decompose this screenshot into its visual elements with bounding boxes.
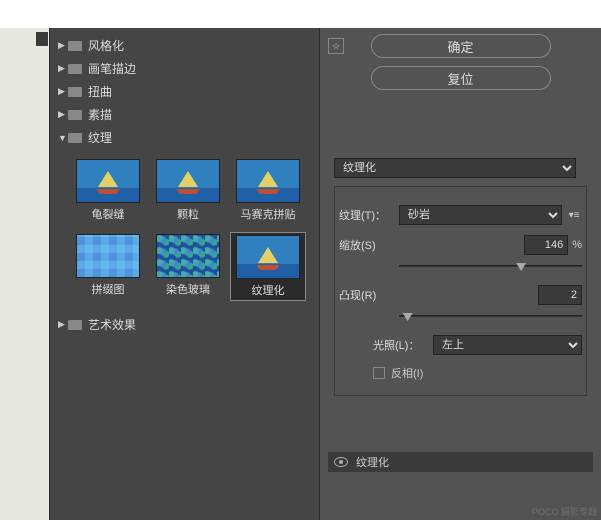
chevron-down-icon: ▼ [58, 133, 68, 143]
visibility-eye-icon[interactable] [334, 457, 348, 467]
category-label: 素描 [88, 106, 112, 123]
texture-label: 纹理(T)： [339, 207, 399, 223]
thumb-grain[interactable]: 颗粒 [150, 157, 226, 224]
relief-slider[interactable] [399, 311, 582, 325]
scale-input[interactable] [524, 235, 568, 255]
scale-slider[interactable] [399, 261, 582, 275]
category-texture[interactable]: ▼ 纹理 [54, 126, 315, 149]
category-brushstrokes[interactable]: ▶ 画笔描边 [54, 57, 315, 80]
folder-icon [68, 41, 82, 51]
category-sketch[interactable]: ▶ 素描 [54, 103, 315, 126]
folder-icon [68, 110, 82, 120]
chevron-right-icon: ▶ [58, 86, 68, 97]
folder-icon [68, 64, 82, 74]
category-artistic[interactable]: ▶ 艺术效果 [54, 313, 315, 336]
category-label: 风格化 [88, 37, 124, 54]
layer-name: 纹理化 [356, 454, 389, 470]
effect-layer-row[interactable]: 纹理化 [328, 452, 593, 472]
effect-layers: 纹理化 [328, 452, 593, 472]
category-stylize[interactable]: ▶ 风格化 [54, 34, 315, 57]
thumb-patchwork[interactable]: 拼缀图 [70, 232, 146, 301]
invert-checkbox[interactable] [373, 367, 385, 379]
light-label: 光照(L)： [373, 337, 433, 353]
collapse-panel-icon[interactable]: ☆ [328, 38, 344, 54]
filter-options-panel: ☆ 确定 复位 纹理化 纹理(T)： 砂岩 ▾≡ 缩放(S) % 凸现(R) [320, 28, 601, 520]
folder-icon [68, 133, 82, 143]
folder-icon [68, 87, 82, 97]
category-label: 纹理 [88, 129, 112, 146]
category-label: 扭曲 [88, 83, 112, 100]
thumb-texturizer[interactable]: 纹理化 [230, 232, 306, 301]
chevron-right-icon: ▶ [58, 109, 68, 120]
invert-label: 反相(I) [391, 365, 423, 381]
relief-label: 凸现(R) [339, 287, 399, 303]
scale-percent: % [572, 239, 582, 251]
filter-category-panel: ▶ 风格化 ▶ 画笔描边 ▶ 扭曲 ▶ 素描 ▼ 纹理 龟裂缝 颗粒 马赛克拼贴 拼缀图 … [50, 28, 320, 520]
texture-thumbnails: 龟裂缝 颗粒 马赛克拼贴 拼缀图 染色玻璃 纹理化 [54, 149, 315, 313]
reset-button[interactable]: 复位 [371, 66, 551, 90]
category-label: 画笔描边 [88, 60, 136, 77]
scale-label: 缩放(S) [339, 237, 399, 253]
filter-select[interactable]: 纹理化 [334, 158, 576, 178]
texture-select[interactable]: 砂岩 [399, 205, 562, 225]
light-select[interactable]: 左上 [433, 335, 582, 355]
chevron-right-icon: ▶ [58, 40, 68, 51]
category-distort[interactable]: ▶ 扭曲 [54, 80, 315, 103]
category-label: 艺术效果 [88, 316, 136, 333]
thumb-mosaic-tiles[interactable]: 马赛克拼贴 [230, 157, 306, 224]
thumb-stained-glass[interactable]: 染色玻璃 [150, 232, 226, 301]
thumb-craquelure[interactable]: 龟裂缝 [70, 157, 146, 224]
watermark: POCO 摄影专题 [532, 505, 597, 518]
chevron-right-icon: ▶ [58, 63, 68, 74]
flyout-menu-icon[interactable]: ▾≡ [566, 210, 582, 221]
ok-button[interactable]: 确定 [371, 34, 551, 58]
preview-sidebar [0, 28, 50, 520]
chevron-right-icon: ▶ [58, 319, 68, 330]
relief-input[interactable] [538, 285, 582, 305]
folder-icon [68, 320, 82, 330]
